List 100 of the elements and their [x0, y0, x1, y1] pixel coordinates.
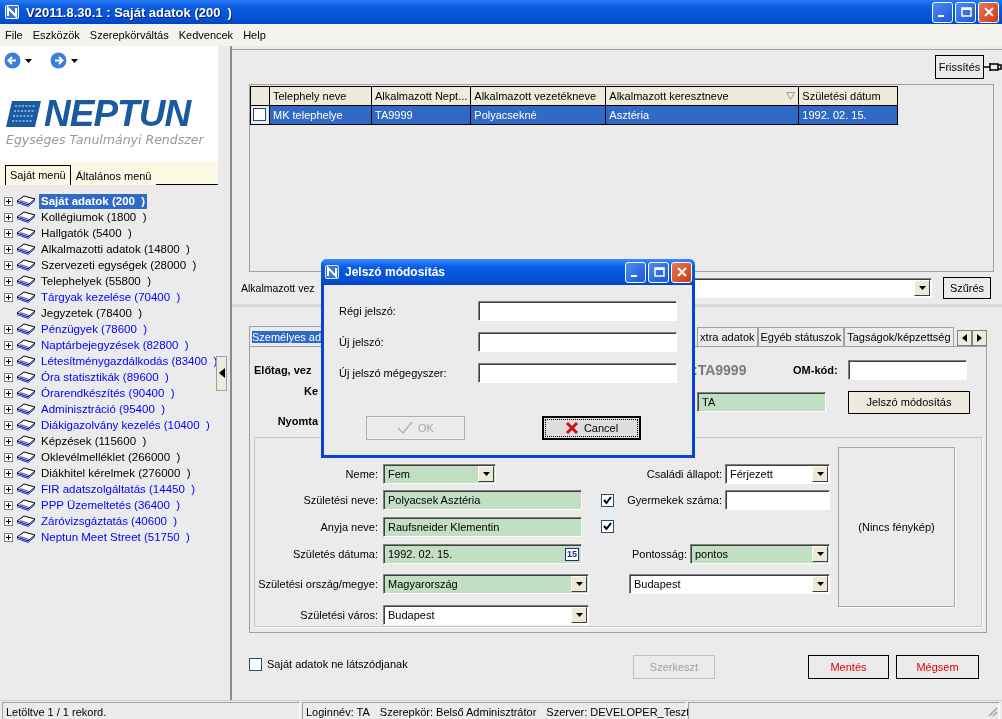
field-label: Családi állapot: — [646, 467, 722, 480]
cancel-button[interactable]: Cancel — [542, 416, 641, 440]
tab[interactable]: Egyéb státuszok — [757, 327, 845, 346]
calendar-button[interactable]: 15 — [565, 547, 579, 561]
text-field[interactable]: Raufsneider Klementin — [383, 516, 582, 537]
expand-icon[interactable] — [4, 452, 13, 462]
tree-item[interactable]: Tárgyak kezelése (70400 ) — [39, 289, 183, 305]
text-field[interactable]: TA — [697, 392, 826, 412]
password-field[interactable] — [478, 363, 677, 383]
expand-icon[interactable] — [4, 340, 13, 350]
forward-icon[interactable] — [50, 52, 67, 69]
expand-icon[interactable] — [4, 196, 13, 206]
tree-item[interactable]: PPP Üzemeltetés (36400 ) — [39, 497, 183, 513]
tree-item[interactable]: Jegyzetek (78400 ) — [39, 305, 144, 321]
dropdown-field[interactable]: pontos — [690, 544, 830, 564]
tree-item[interactable]: Óra statisztikák (89600 ) — [39, 369, 171, 385]
tree-item[interactable]: Oklevélmelléklet (266000 ) — [39, 449, 183, 465]
expand-icon[interactable] — [4, 372, 13, 382]
expand-icon[interactable] — [4, 228, 13, 238]
expand-icon[interactable] — [4, 244, 13, 254]
expand-icon[interactable] — [4, 212, 13, 222]
tree-item[interactable]: FIR adatszolgáltatás (14450 ) — [39, 481, 198, 497]
tree-item[interactable]: Kollégiumok (1800 ) — [39, 209, 149, 225]
minimize-button[interactable] — [625, 261, 646, 283]
menu-item[interactable]: File — [0, 29, 28, 41]
column-header[interactable]: Telephely neve — [269, 86, 372, 106]
column-header[interactable]: Alkalmazott Nept... — [371, 86, 471, 106]
column-header[interactable]: Születési dátum — [798, 86, 898, 106]
tree-item[interactable]: Képzések (115600 ) — [39, 433, 149, 449]
refresh-button[interactable]: Frissítés — [935, 55, 984, 79]
action-button[interactable]: Mégsem — [896, 655, 979, 679]
tree-item[interactable]: Naptárbejegyzések (82800 ) — [39, 337, 191, 353]
close-button[interactable] — [978, 1, 999, 23]
text-field[interactable] — [848, 360, 967, 380]
menu-item[interactable]: Kedvencek — [173, 29, 239, 41]
maximize-button[interactable] — [955, 1, 976, 23]
book-icon — [16, 338, 36, 352]
tab[interactable]: Saját menü — [5, 165, 71, 185]
tree-item[interactable]: Adminisztráció (95400 ) — [39, 401, 167, 417]
tree-item[interactable]: Alkalmazotti adatok (14800 ) — [39, 241, 192, 257]
maximize-button[interactable] — [648, 261, 669, 283]
tree-item[interactable]: Telephelyek (55800 ) — [39, 273, 153, 289]
expand-icon[interactable] — [4, 324, 13, 334]
tab[interactable]: Tagságok/képzettség — [844, 327, 954, 346]
expand-icon[interactable] — [4, 516, 13, 526]
tab[interactable]: xtra adatok — [697, 327, 758, 346]
tree-item[interactable]: Pénzügyek (78600 ) — [39, 321, 150, 337]
text-field[interactable] — [725, 490, 830, 510]
field-label: Régi jelszó: — [339, 305, 397, 317]
checkbox[interactable] — [600, 520, 614, 533]
expand-icon[interactable] — [4, 420, 13, 430]
tree-item[interactable]: Diákhitel kérelmek (276000 ) — [39, 465, 193, 481]
tree-item[interactable]: Záróvizsgáztatás (40600 ) — [39, 513, 180, 529]
tree-item[interactable]: Saját adatok (200 ) — [39, 193, 148, 209]
dropdown-field[interactable]: Budapest — [383, 604, 589, 625]
expand-icon[interactable] — [4, 484, 13, 494]
tree-item[interactable]: Diákigazolvány kezelés (10400 ) — [39, 417, 212, 433]
back-icon[interactable] — [4, 52, 21, 69]
scroll-left-button[interactable] — [957, 330, 972, 346]
scroll-right-button[interactable] — [972, 330, 987, 346]
checkbox[interactable] — [600, 493, 614, 507]
expand-icon[interactable] — [4, 276, 13, 286]
expand-icon[interactable] — [4, 436, 13, 446]
dropdown-field[interactable]: Budapest — [629, 573, 830, 594]
menu-item[interactable]: Szerepkörváltás — [84, 29, 174, 41]
menu-item[interactable]: Help — [238, 29, 271, 41]
pin-icon[interactable] — [984, 61, 1002, 73]
dropdown-field[interactable]: Magyarország — [383, 573, 589, 594]
minimize-button[interactable] — [932, 1, 953, 23]
table-cell: Asztéria — [605, 105, 799, 125]
menu-item[interactable]: Eszközök — [27, 29, 85, 41]
tree-item[interactable]: Neptun Meet Street (51750 ) — [39, 529, 192, 545]
expand-icon[interactable] — [4, 260, 13, 270]
column-header[interactable]: Alkalmazott keresztneve — [605, 86, 799, 106]
password-field[interactable] — [478, 332, 677, 352]
expand-icon[interactable] — [4, 532, 13, 542]
expand-icon[interactable] — [4, 500, 13, 510]
tree-item[interactable]: Hallgatók (5400 ) — [39, 225, 134, 241]
password-button[interactable]: Jelszó módosítás — [848, 390, 970, 414]
caret-icon — [71, 58, 78, 63]
password-field[interactable] — [478, 301, 677, 321]
filter-button[interactable]: Szűrés — [943, 276, 991, 299]
expand-icon[interactable] — [4, 468, 13, 478]
collapse-button[interactable] — [216, 355, 227, 391]
date-field[interactable]: 1992. 02. 15. 15 — [383, 544, 582, 564]
tab[interactable]: Általános menü — [70, 166, 157, 185]
tree-item[interactable]: Szervezeti egységek (28000 ) — [39, 257, 199, 273]
expand-icon[interactable] — [4, 292, 13, 302]
tree-item[interactable]: Órarendkészítés (90400 ) — [39, 385, 177, 401]
row-checkbox[interactable] — [253, 107, 266, 121]
expand-icon[interactable] — [4, 356, 13, 366]
dropdown-field[interactable]: Fem — [383, 463, 496, 484]
expand-icon[interactable] — [4, 388, 13, 398]
dropdown-field[interactable]: Férjezett — [725, 463, 830, 484]
checkbox[interactable] — [249, 657, 262, 671]
expand-icon[interactable] — [4, 404, 13, 414]
close-button[interactable] — [671, 261, 692, 283]
text-field[interactable]: Polyacsek Asztéria — [383, 490, 582, 510]
action-button[interactable]: Mentés — [808, 655, 889, 679]
column-header[interactable]: Alkalmazott vezetékneve — [470, 86, 606, 106]
